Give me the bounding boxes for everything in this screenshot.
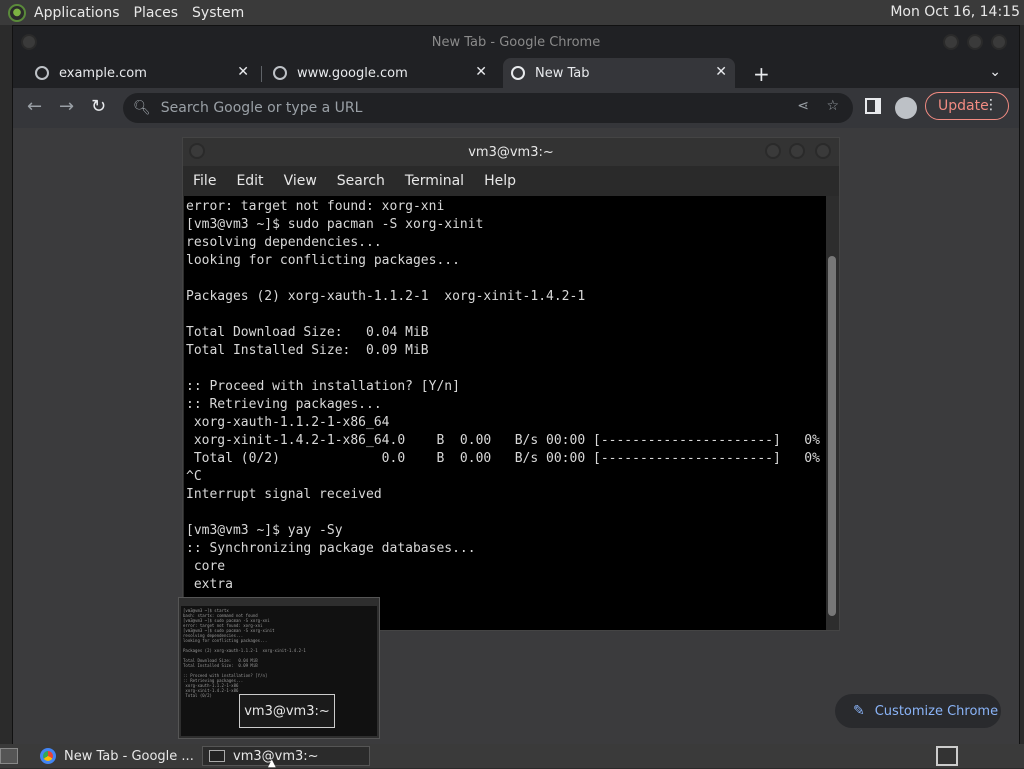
- preview-label: vm3@vm3:~: [239, 694, 335, 728]
- minimize-icon[interactable]: [943, 34, 959, 50]
- taskbar-label: New Tab - Google ...: [64, 748, 194, 764]
- terminal-line: Total Download Size: 0.04 MiB: [186, 325, 429, 340]
- chrome-titlebar[interactable]: New Tab - Google Chrome: [13, 26, 1019, 58]
- close-tab-icon[interactable]: ✕: [475, 64, 487, 80]
- menu-help[interactable]: Help: [484, 173, 516, 189]
- globe-icon: [273, 66, 287, 80]
- globe-icon: [35, 66, 49, 80]
- terminal-line: core: [186, 559, 226, 574]
- terminal-window: vm3@vm3:~ File Edit View Search Terminal…: [182, 137, 840, 631]
- tab-divider: [261, 66, 262, 82]
- new-tab-button[interactable]: +: [753, 62, 770, 86]
- close-tab-icon[interactable]: ✕: [715, 64, 727, 80]
- customize-chrome-button[interactable]: ✎ Customize Chrome: [835, 694, 1001, 728]
- taskbar-item-chrome[interactable]: New Tab - Google ...: [36, 746, 198, 766]
- omnibox[interactable]: 🔍︎ Search Google or type a URL ⋖ ☆: [123, 93, 853, 123]
- terminal-line: Total (0/2) 0.0 B 0.00 B/s 00:00 [------…: [186, 451, 820, 466]
- more-menu-icon[interactable]: ⋮: [984, 97, 998, 113]
- places-menu[interactable]: Places: [134, 5, 179, 21]
- menu-file[interactable]: File: [193, 173, 216, 189]
- window-menu-icon[interactable]: [189, 143, 205, 159]
- close-window-icon[interactable]: [991, 34, 1007, 50]
- clock[interactable]: Mon Oct 16, 14:15: [890, 4, 1020, 20]
- terminal-line: xorg-xauth-1.1.2-1-x86_64: [186, 415, 390, 430]
- search-icon: 🔍︎: [133, 100, 151, 116]
- tab-title: www.google.com: [297, 65, 408, 81]
- terminal-title: vm3@vm3:~: [468, 144, 554, 160]
- terminal-line: [vm3@vm3 ~]$ yay -Sy: [186, 523, 343, 538]
- window-preview[interactable]: [vm3@vm3 ~]$ startx bash: startx: comman…: [178, 597, 380, 739]
- terminal-line: Total Installed Size: 0.09 MiB: [186, 343, 429, 358]
- side-panel-icon[interactable]: [865, 98, 881, 114]
- show-desktop-icon[interactable]: [0, 748, 18, 764]
- terminal-line: :: Proceed with installation? [Y/n]: [186, 379, 460, 394]
- taskbar-item-terminal[interactable]: vm3@vm3:~: [202, 746, 370, 766]
- close-window-icon[interactable]: [815, 143, 831, 159]
- top-panel: ● Applications Places System Mon Oct 16,…: [0, 0, 1024, 25]
- share-icon[interactable]: ⋖: [797, 98, 809, 114]
- tab-new-tab[interactable]: New Tab ✕: [503, 58, 735, 88]
- window-menu-icon[interactable]: [21, 34, 37, 50]
- scrollbar-thumb[interactable]: [828, 256, 836, 616]
- close-tab-icon[interactable]: ✕: [237, 64, 249, 80]
- mouse-cursor-icon: ▲: [268, 758, 276, 769]
- maximize-icon[interactable]: [789, 143, 805, 159]
- terminal-scrollbar[interactable]: [826, 196, 838, 630]
- menu-search[interactable]: Search: [337, 173, 385, 189]
- menu-terminal[interactable]: Terminal: [405, 173, 464, 189]
- terminal-line: :: Synchronizing package databases...: [186, 541, 476, 556]
- terminal-titlebar[interactable]: vm3@vm3:~: [183, 138, 839, 166]
- tab-example[interactable]: example.com ✕: [31, 58, 257, 88]
- chrome-icon: [40, 748, 56, 764]
- menu-view[interactable]: View: [284, 173, 317, 189]
- workspace-switcher[interactable]: [936, 746, 958, 766]
- distro-logo-icon[interactable]: ●: [8, 3, 26, 22]
- update-label: Update: [938, 98, 989, 114]
- terminal-line: resolving dependencies...: [186, 235, 382, 250]
- terminal-line: ^C: [186, 469, 202, 484]
- system-menu[interactable]: System: [192, 5, 244, 21]
- profile-avatar[interactable]: [895, 97, 917, 119]
- applications-menu[interactable]: Applications: [34, 5, 120, 21]
- terminal-line: extra: [186, 577, 233, 592]
- back-icon[interactable]: ←: [27, 96, 42, 117]
- tab-search-icon[interactable]: ⌄: [989, 64, 1001, 80]
- terminal-output[interactable]: error: target not found: xorg-xni [vm3@vm…: [184, 196, 826, 630]
- terminal-line: looking for conflicting packages...: [186, 253, 460, 268]
- menu-edit[interactable]: Edit: [236, 173, 263, 189]
- terminal-line: xorg-xinit-1.4.2-1-x86_64.0 B 0.00 B/s 0…: [186, 433, 820, 448]
- customize-label: Customize Chrome: [874, 703, 999, 719]
- chrome-toolbar: ← → ↻ 🔍︎ Search Google or type a URL ⋖ ☆…: [13, 88, 1019, 128]
- terminal-menubar: File Edit View Search Terminal Help: [183, 166, 839, 196]
- omnibox-placeholder: Search Google or type a URL: [160, 100, 363, 116]
- terminal-line: error: target not found: xorg-xni: [186, 199, 445, 214]
- bookmark-star-icon[interactable]: ☆: [826, 98, 839, 114]
- pencil-icon: ✎: [853, 703, 865, 719]
- terminal-line: [vm3@vm3 ~]$ sudo pacman -S xorg-xinit: [186, 217, 484, 232]
- reload-icon[interactable]: ↻: [91, 96, 106, 117]
- maximize-icon[interactable]: [967, 34, 983, 50]
- tab-title: New Tab: [535, 65, 590, 81]
- bottom-panel: New Tab - Google ... vm3@vm3:~: [0, 744, 1024, 768]
- tab-strip: example.com ✕ www.google.com ✕ New Tab ✕…: [13, 58, 1019, 88]
- chrome-icon: [511, 66, 525, 80]
- terminal-line: :: Retrieving packages...: [186, 397, 382, 412]
- window-title: New Tab - Google Chrome: [431, 34, 601, 50]
- tab-google[interactable]: www.google.com ✕: [269, 58, 495, 88]
- terminal-icon: [209, 750, 225, 762]
- tab-title: example.com: [59, 65, 147, 81]
- minimize-icon[interactable]: [765, 143, 781, 159]
- terminal-line: Packages (2) xorg-xauth-1.1.2-1 xorg-xin…: [186, 289, 586, 304]
- terminal-line: Interrupt signal received: [186, 487, 382, 502]
- forward-icon[interactable]: →: [59, 96, 74, 117]
- update-button[interactable]: Update ⋮: [925, 92, 1009, 120]
